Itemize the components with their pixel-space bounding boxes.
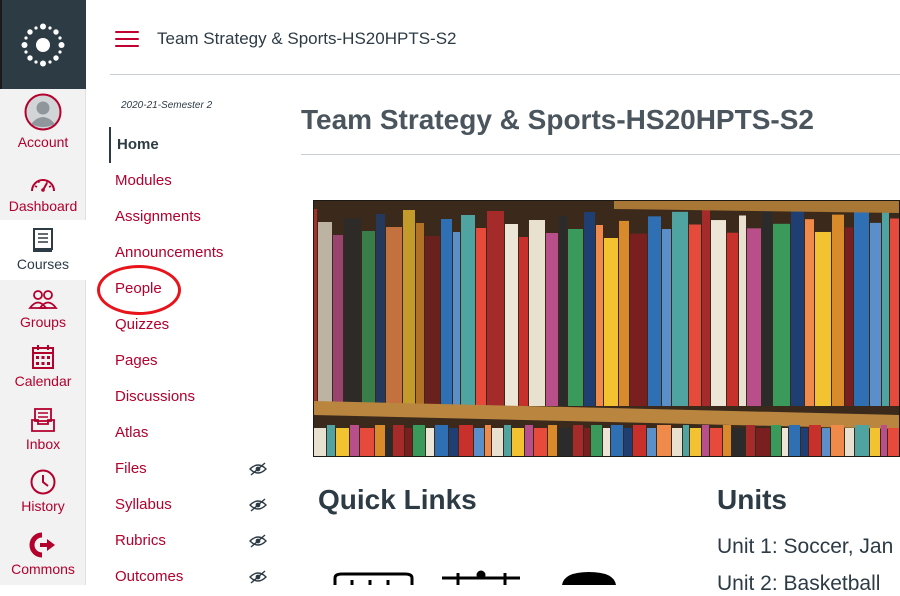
global-nav-inbox[interactable]: Inbox	[0, 406, 86, 456]
quick-links-icons	[333, 570, 616, 585]
bookshelf-illustration	[314, 201, 899, 456]
quick-link-icon	[442, 570, 520, 585]
global-nav: Account Dashboard Courses Groups Calenda…	[0, 0, 86, 585]
global-nav-label: Account	[17, 134, 69, 150]
canvas-logo-icon	[21, 23, 65, 66]
hamburger-menu-icon[interactable]	[115, 31, 139, 49]
page-title: Team Strategy & Sports-HS20HPTS-S2	[301, 104, 814, 135]
global-nav-account[interactable]: Account	[0, 92, 86, 154]
global-nav-label: Commons	[11, 561, 75, 577]
course-nav-label: Syllabus	[115, 496, 172, 513]
annotation-circle	[97, 265, 181, 315]
course-nav-label: Announcements	[115, 244, 224, 261]
course-nav-label: Discussions	[115, 388, 196, 405]
groups-icon	[28, 286, 58, 312]
units-heading: Units	[717, 484, 787, 515]
quick-link-icon	[562, 572, 616, 585]
inbox-icon	[30, 406, 56, 434]
course-nav-assignments[interactable]: Assignments	[115, 208, 201, 232]
commons-icon	[29, 531, 57, 559]
course-nav-label: Quizzes	[115, 316, 170, 333]
course-nav-atlas[interactable]: Atlas	[115, 424, 148, 448]
breadcrumb[interactable]: Team Strategy & Sports-HS20HPTS-S2	[157, 29, 457, 49]
quick-link-icon	[333, 572, 414, 585]
course-nav-label: Modules	[115, 172, 172, 189]
calendar-icon	[31, 343, 55, 371]
global-nav-commons[interactable]: Commons	[0, 531, 86, 581]
title-divider	[301, 154, 900, 155]
bookshelf-banner-image	[313, 200, 900, 457]
term-label: 2020-21-Semester 2	[121, 100, 213, 111]
course-nav-home[interactable]: Home	[109, 127, 159, 163]
course-nav-label: Outcomes	[115, 568, 184, 585]
course-nav-quizzes[interactable]: Quizzes	[115, 316, 169, 340]
course-nav-outcomes[interactable]: Outcomes	[115, 568, 275, 592]
canvas-logo[interactable]	[0, 0, 86, 89]
global-nav-label: Courses	[16, 256, 70, 272]
global-nav-dashboard[interactable]: Dashboard	[0, 170, 86, 218]
hidden-eye-icon	[249, 570, 267, 584]
course-header: Team Strategy & Sports-HS20HPTS-S2	[110, 0, 900, 75]
global-nav-label: Dashboard	[8, 198, 78, 214]
hidden-eye-icon	[249, 534, 267, 548]
avatar-icon	[24, 92, 62, 132]
course-nav-modules[interactable]: Modules	[115, 172, 172, 196]
global-nav-label: Calendar	[14, 373, 72, 389]
course-nav-pages[interactable]: Pages	[115, 352, 158, 376]
global-nav-groups[interactable]: Groups	[0, 286, 86, 334]
dashboard-icon	[30, 170, 56, 196]
course-nav-label: Assignments	[115, 208, 201, 225]
global-nav-calendar[interactable]: Calendar	[0, 343, 86, 393]
global-nav-courses[interactable]: Courses	[0, 220, 86, 280]
courses-icon	[32, 226, 54, 254]
course-nav-label: Pages	[115, 352, 158, 369]
quick-links-heading: Quick Links	[318, 484, 477, 515]
course-nav-syllabus[interactable]: Syllabus	[115, 496, 275, 520]
unit-link[interactable]: Unit 2: Basketball	[717, 572, 880, 596]
course-nav-discussions[interactable]: Discussions	[115, 388, 195, 412]
global-nav-label: Inbox	[25, 436, 61, 452]
hidden-eye-icon	[249, 498, 267, 512]
unit-link[interactable]: Unit 1: Soccer, Jan	[717, 535, 893, 559]
course-nav-label: Atlas	[115, 424, 149, 441]
course-nav-rubrics[interactable]: Rubrics	[115, 532, 275, 556]
global-nav-label: Groups	[20, 314, 66, 330]
history-icon	[29, 468, 57, 496]
course-nav-label: Home	[117, 136, 159, 153]
global-nav-history[interactable]: History	[0, 468, 86, 518]
global-nav-label: History	[21, 498, 65, 514]
course-nav-label: Files	[115, 460, 147, 477]
course-nav-files[interactable]: Files	[115, 460, 275, 484]
hidden-eye-icon	[249, 462, 267, 476]
course-nav-label: Rubrics	[115, 532, 166, 549]
